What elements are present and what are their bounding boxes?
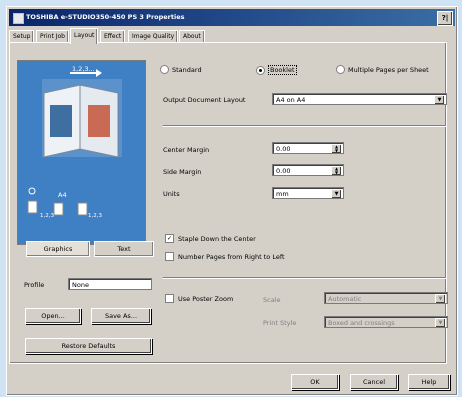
- chevron-down-icon[interactable]: ▼: [331, 189, 342, 198]
- booklet-radio[interactable]: Booklet: [256, 65, 297, 75]
- view-tab-text[interactable]: Text: [94, 241, 154, 257]
- center-margin-value: 0.00: [276, 145, 291, 153]
- ok-button[interactable]: OK: [291, 374, 339, 390]
- preview-paper-size: A4: [58, 191, 67, 199]
- center-margin-input[interactable]: 0.00 ▲ ▼: [272, 142, 344, 154]
- print-style-label: Print Style: [263, 319, 297, 327]
- preview-page-label: 1,2,3...: [72, 65, 95, 73]
- side-margin-input[interactable]: 0.00 ▲ ▼: [272, 164, 344, 176]
- chevron-down-icon[interactable]: ▼: [434, 95, 445, 104]
- preview-copies-b: 1,2,3: [88, 213, 102, 219]
- side-margin-value: 0.00: [276, 167, 291, 175]
- multiple-pages-radio[interactable]: Multiple Pages per Sheet: [336, 65, 429, 74]
- output-layout-value: A4 on A4: [276, 96, 306, 104]
- center-margin-label: Center Margin: [163, 146, 210, 154]
- units-select[interactable]: mm ▼: [272, 187, 344, 199]
- output-layout-label: Output Document Layout: [163, 96, 246, 104]
- multiple-pages-radio-dot: [336, 65, 345, 74]
- open-button[interactable]: Open...: [25, 308, 81, 324]
- units-value: mm: [276, 190, 289, 198]
- number-rtl-checkbox[interactable]: Number Pages from Right to Left: [165, 252, 285, 261]
- staple-center-checkbox[interactable]: ✓ Staple Down the Center: [165, 234, 256, 243]
- profile-label: Profile: [24, 281, 45, 289]
- tab-layout[interactable]: Layout: [70, 28, 99, 44]
- title-help-button[interactable]: ?|: [437, 11, 453, 26]
- separator-bottom: [163, 277, 446, 279]
- restore-defaults-button[interactable]: Restore Defaults: [25, 338, 152, 354]
- booklet-radio-dot: [256, 65, 265, 75]
- poster-zoom-box: [165, 294, 174, 303]
- staple-center-check-icon: ✓: [165, 234, 174, 243]
- output-layout-select[interactable]: A4 on A4 ▼: [272, 93, 447, 105]
- separator-top: [163, 125, 446, 127]
- chevron-down-icon[interactable]: ▼: [435, 294, 446, 303]
- side-margin-label: Side Margin: [163, 168, 202, 176]
- profile-field[interactable]: None: [68, 278, 152, 290]
- side-margin-spinner-icon[interactable]: ▲ ▼: [331, 166, 342, 175]
- save-as-button[interactable]: Save As...: [91, 308, 151, 324]
- preview-copies-a: 1,2,3: [40, 213, 54, 219]
- multiple-pages-radio-label: Multiple Pages per Sheet: [348, 65, 429, 74]
- standard-radio[interactable]: Standard: [160, 65, 202, 74]
- number-rtl-label: Number Pages from Right to Left: [178, 252, 285, 261]
- units-label: Units: [163, 190, 180, 198]
- window-title: TOSHIBA e-STUDIO350-450 PS 3 Properties: [26, 13, 185, 21]
- scale-select[interactable]: Automatic ▼: [324, 292, 448, 304]
- printer-icon: [13, 13, 24, 24]
- standard-radio-label: Standard: [172, 65, 202, 74]
- cancel-button[interactable]: Cancel: [350, 374, 398, 390]
- center-margin-spinner-icon[interactable]: ▲ ▼: [331, 144, 342, 153]
- chevron-down-icon[interactable]: ▼: [435, 318, 446, 327]
- number-rtl-box: [165, 252, 174, 261]
- title-bar: TOSHIBA e-STUDIO350-450 PS 3 Properties …: [9, 9, 455, 26]
- standard-radio-dot: [160, 65, 169, 74]
- poster-zoom-checkbox[interactable]: Use Poster Zoom: [165, 294, 233, 303]
- print-style-value: Boxed and crossings: [328, 319, 395, 327]
- booklet-radio-label: Booklet: [268, 65, 297, 75]
- poster-zoom-label: Use Poster Zoom: [178, 294, 234, 303]
- scale-value: Automatic: [328, 295, 362, 303]
- view-tab-graphics[interactable]: Graphics: [26, 241, 90, 257]
- layout-preview: 1,2,3... A4 1,2,3 1,2,3: [17, 60, 146, 245]
- booklet-preview-graphic: [27, 69, 122, 216]
- print-style-select[interactable]: Boxed and crossings ▼: [324, 316, 448, 328]
- help-button[interactable]: Help: [408, 374, 450, 390]
- scale-label: Scale: [263, 296, 281, 304]
- staple-center-label: Staple Down the Center: [178, 234, 256, 243]
